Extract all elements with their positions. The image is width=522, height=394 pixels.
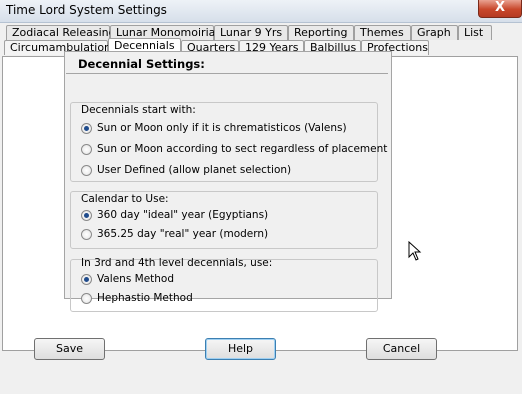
tab-lunar-9-yrs[interactable]: Lunar 9 Yrs [214,25,288,40]
tab-quarters[interactable]: Quarters [181,40,239,55]
tab-zodiacal-releasing[interactable]: Zodiacal Releasing [6,25,116,40]
tab-circumambulations[interactable]: Circumambulations [4,40,117,55]
tab-panel [2,56,518,351]
window-title: Time Lord System Settings [6,3,167,17]
tab-decennials[interactable]: Decennials [108,38,181,57]
tab-balbillus[interactable]: Balbillus [304,40,361,55]
close-button[interactable]: X [478,0,522,18]
dialog-client: Zodiacal Releasing Lunar Monomoiria Luna… [0,23,522,394]
tab-129-years[interactable]: 129 Years [239,40,304,55]
tab-graph[interactable]: Graph [411,25,458,40]
tab-profections[interactable]: Profections [361,40,429,55]
title-bar: Time Lord System Settings X [0,0,522,23]
tab-themes[interactable]: Themes [354,25,411,40]
tab-reporting[interactable]: Reporting [288,25,354,40]
tab-list[interactable]: List [458,25,492,40]
